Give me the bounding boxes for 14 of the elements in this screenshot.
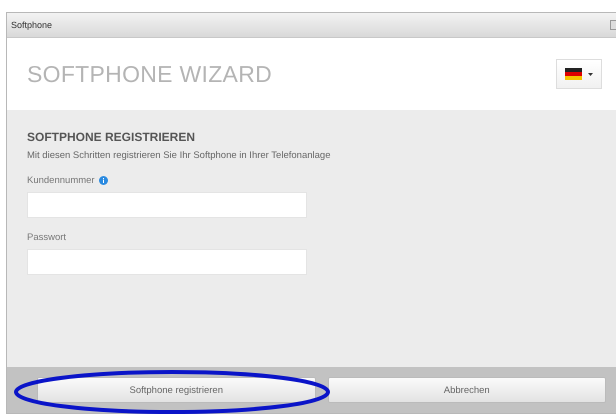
input-field[interactable] [27,192,307,218]
flag-icon [565,68,582,80]
info-icon[interactable] [98,176,108,185]
section-title: SOFTPHONE REGISTRIEREN [27,130,196,144]
field-label: Kundennummer [27,175,95,186]
dialog-button[interactable]: Abbrechen [328,377,606,403]
window-title: Softphone [11,20,52,30]
field-label: Passwort [27,232,66,243]
language-button[interactable] [556,59,602,89]
caret-icon [588,72,593,76]
section-description: Mit diesen Schritten registrieren Sie Ihr Softphone in Ihrer Telefonanlage [27,150,332,161]
wizard-title: SOFTPHONE WIZARD [27,60,272,88]
input-field[interactable] [27,249,307,275]
dialog-button[interactable]: Softphone registrieren [37,377,316,403]
